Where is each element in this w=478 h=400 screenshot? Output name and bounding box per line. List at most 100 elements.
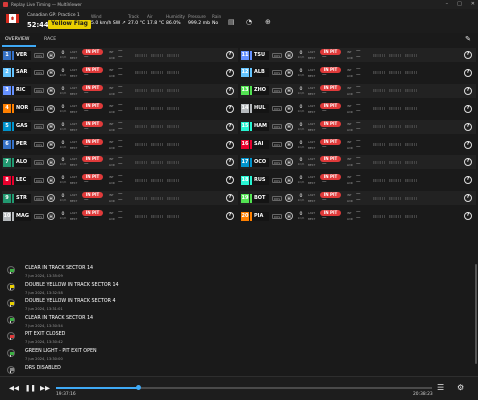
flag-icon [7,282,15,291]
tab-bar: OVERVIEW RACE ✎ [0,33,478,47]
driver-row[interactable]: 18 RUS DRS H 0 km/h LAST BEST IN PIT — IN… [240,173,476,188]
driver-row[interactable]: 4 NOR DRS H 0 km/h LAST BEST IN PIT — INT… [2,101,238,116]
tyre-compound-icon: H [285,212,293,221]
forward-button[interactable]: ▶▶ [40,384,50,392]
driver-code: SAR [12,68,31,78]
help-icon[interactable]: ? [464,104,472,113]
gap-values: INT LDR — — [347,192,361,204]
driver-row[interactable]: 13 ZHO DRS H 0 km/h LAST BEST IN PIT — IN… [240,83,476,98]
help-icon[interactable]: ? [464,122,472,131]
scrollbar-thumb[interactable] [474,264,477,364]
speed-readout: 0 km/h [59,194,67,203]
driver-row[interactable]: 19 BOT DRS H 0 km/h LAST BEST IN PIT — IN… [240,191,476,206]
driver-row[interactable]: 16 SAI DRS H 0 km/h LAST BEST IN PIT — IN… [240,137,476,152]
lap-times: LAST BEST IN PIT — [308,66,341,79]
tyre-compound-icon: H [285,68,293,77]
help-icon[interactable]: ? [464,212,472,221]
pause-button[interactable]: ❚❚ [25,384,36,392]
help-icon[interactable]: ? [226,86,234,95]
speed-readout: 0 km/h [297,51,305,59]
tab-overview[interactable]: OVERVIEW [5,37,29,42]
end-time: 20:38:23 [413,392,433,397]
globe-icon[interactable]: ⊕ [265,18,271,26]
help-icon[interactable]: ? [464,194,472,203]
help-icon[interactable]: ? [464,158,472,167]
driver-row[interactable]: 6 PER DRS H 0 km/h LAST BEST IN PIT — INT… [2,137,238,152]
driver-row[interactable]: 1 VER DRS H 0 km/h LAST BEST IN PIT — INT… [2,48,238,62]
timeline-progress [56,387,139,389]
driver-row[interactable]: 8 LEC DRS H 0 km/h LAST BEST IN PIT — INT… [2,173,238,188]
tab-race[interactable]: RACE [44,37,56,42]
drs-indicator: DRS [272,142,282,147]
help-icon[interactable]: ? [226,104,234,113]
edit-layout-icon[interactable]: ✎ [465,35,471,43]
driver-row[interactable]: 2 SAR DRS H 0 km/h LAST BEST IN PIT — INT… [2,65,238,80]
minimize-button[interactable]: – [446,0,449,9]
help-icon[interactable]: ? [226,176,234,185]
help-icon[interactable]: ? [464,51,472,59]
race-control-message: DRS DISABLED [0,362,478,374]
drs-indicator: DRS [34,195,44,201]
rewind-button[interactable]: ◀◀ [9,384,19,392]
driver-row[interactable]: 20 PIA DRS H 0 km/h LAST BEST IN PIT — IN… [240,209,476,224]
help-icon[interactable]: ? [226,122,234,131]
help-icon[interactable]: ? [226,140,234,149]
help-icon[interactable]: ? [464,140,472,149]
tyre-compound-icon: H [285,194,293,203]
maximize-button[interactable]: □ [457,0,462,9]
driver-row[interactable]: 12 ALB DRS H 0 km/h LAST BEST IN PIT — IN… [240,65,476,80]
playback-timeline[interactable] [56,385,432,391]
help-icon[interactable]: ? [226,68,234,77]
flag-icon [7,266,15,274]
drs-indicator: DRS [272,88,282,94]
driver-row[interactable]: 5 GAS DRS H 0 km/h LAST BEST IN PIT — INT… [2,119,238,134]
help-icon[interactable]: ? [464,68,472,77]
drs-indicator: DRS [272,124,282,130]
timeline-knob[interactable] [136,385,142,391]
help-icon[interactable]: ? [226,51,234,59]
message-title: DOUBLE YELLOW IN TRACK SECTOR 4 [25,299,116,305]
canada-flag-icon [6,14,19,23]
help-icon[interactable]: ? [464,86,472,95]
speedometer-icon[interactable]: ◔ [246,18,252,26]
flag-icon [7,332,15,341]
driver-code: GAS [12,122,31,132]
weather-humidity: Humidity 86.0% [166,14,185,26]
driver-row[interactable]: 3 RIC DRS H 0 km/h LAST BEST IN PIT — INT… [2,83,238,98]
gap-values: INT LDR — — [347,102,361,114]
flag-icon [7,315,15,324]
position-badge: 2 [3,68,11,78]
position-badge: 5 [3,122,11,132]
driver-row[interactable]: 9 STR DRS H 0 km/h LAST BEST IN PIT — INT… [2,191,238,206]
help-icon[interactable]: ? [464,176,472,185]
lap-times: LAST BEST IN PIT — [308,192,341,204]
settings-icon[interactable]: ⚙ [457,383,464,392]
driver-row[interactable]: 14 HUL DRS H 0 km/h LAST BEST IN PIT — IN… [240,101,476,116]
message-time: 7 Jun 2024, 13:30:42 [25,340,63,345]
driver-row[interactable]: 7 ALO DRS H 0 km/h LAST BEST IN PIT — INT… [2,155,238,170]
help-icon[interactable]: ? [226,212,234,221]
gap-values: INT LDR — — [109,49,123,60]
driver-row[interactable]: 17 OCO DRS H 0 km/h LAST BEST IN PIT — IN… [240,155,476,170]
driver-row[interactable]: 10 MAG DRS H 0 km/h LAST BEST IN PIT — IN… [2,209,238,224]
position-badge: 14 [241,104,249,114]
weather-wind: Wind 5.0 km/h SW ↗ [91,14,126,26]
document-icon[interactable]: ▤ [228,18,235,26]
driver-code: ALO [12,157,31,167]
gap-values: INT LDR — — [109,120,123,132]
driver-code: OCO [250,157,269,167]
app-icon [3,2,8,7]
weather-air-temp: Air 17.8 °C [147,14,165,26]
gap-values: INT LDR — — [109,84,123,96]
position-badge: 10 [3,211,11,221]
list-icon[interactable]: ☰ [437,383,444,392]
driver-row[interactable]: 15 HAM DRS H 0 km/h LAST BEST IN PIT — IN… [240,119,476,134]
flag-icon [7,349,15,357]
feed-scrollbar[interactable] [474,262,477,374]
mini-sectors [135,53,179,57]
help-icon[interactable]: ? [226,194,234,203]
drs-indicator: DRS [34,213,44,219]
driver-row[interactable]: 11 TSU DRS H 0 km/h LAST BEST IN PIT — IN… [240,48,476,62]
close-button[interactable]: ✕ [471,0,475,9]
help-icon[interactable]: ? [226,158,234,167]
